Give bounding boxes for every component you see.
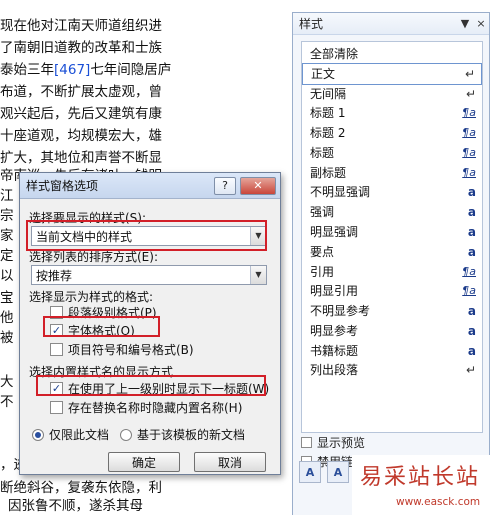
highlight-box — [36, 375, 266, 396]
styles-pane: 样式 ▼ × 全部清除 正文 ↵ 无间隔 ↵ 标题 1 ¶a 标题 2 ¶a 标题 ¶a … — [292, 12, 490, 515]
styles-pane-header: 样式 ▼ × — [293, 13, 489, 35]
character-style-icon: a — [467, 323, 476, 338]
new-style-icon: A — [305, 465, 315, 479]
style-item-strong[interactable]: 要点 a — [302, 242, 482, 262]
watermark: 易采站长站 www.easck.com — [352, 455, 494, 515]
style-item-normal[interactable]: 正文 ↵ — [302, 63, 482, 85]
character-style-icon: a — [467, 204, 476, 219]
linked-style-icon: ¶a — [462, 265, 476, 279]
show-preview-checkbox[interactable]: 显示预览 — [301, 434, 365, 451]
document-fragment: 家 — [0, 228, 14, 244]
linked-style-icon: ¶a — [462, 284, 476, 298]
document-fragment: 江 — [0, 188, 14, 204]
document-fragment: 不 — [0, 394, 14, 410]
style-item-emphasis[interactable]: 强调 a — [302, 202, 482, 222]
paragraph-mark-icon: ↵ — [465, 86, 476, 101]
chevron-down-icon[interactable]: ▼ — [250, 266, 266, 284]
new-style-button[interactable]: A — [299, 461, 321, 483]
document-fragment: 宗 — [0, 208, 14, 224]
style-item-subtle-reference[interactable]: 不明显参考 a — [302, 301, 482, 321]
highlight-box — [26, 220, 267, 251]
document-fragment: 被 — [0, 330, 14, 346]
ok-button[interactable]: 确定 — [108, 452, 180, 472]
style-item-no-spacing[interactable]: 无间隔 ↵ — [302, 84, 482, 104]
linked-style-icon: ¶a — [462, 146, 476, 160]
linked-style-icon: ¶a — [462, 166, 476, 180]
document-line: 泰始三年[467]七年间隐居庐 — [0, 62, 172, 78]
paragraph-mark-icon: ↵ — [464, 66, 475, 81]
document-fragment: 定 — [0, 248, 14, 264]
document-line: 观兴起后，先后又建筑有康 — [0, 106, 162, 122]
style-item-intense-emphasis[interactable]: 明显强调 a — [302, 222, 482, 242]
radio-template-documents[interactable]: 基于该模板的新文档 — [120, 426, 245, 443]
style-item-subtitle[interactable]: 副标题 ¶a — [302, 163, 482, 183]
character-style-icon: a — [467, 303, 476, 318]
pane-footer-buttons: A A — [299, 461, 349, 483]
document-fragment: 宝 — [0, 290, 14, 306]
style-inspector-icon: A — [333, 465, 343, 479]
style-pane-options-dialog: 样式窗格选项 ? ✕ 选择要显示的样式(S): 当前文档中的样式 ▼ 选择列表的… — [19, 172, 281, 475]
style-item-quote[interactable]: 引用 ¶a — [302, 262, 482, 282]
document-fragment: 大 — [0, 374, 14, 390]
character-style-icon: a — [467, 343, 476, 358]
dialog-title: 样式窗格选项 — [26, 179, 99, 193]
style-item-subtle-emphasis[interactable]: 不明显强调 a — [302, 182, 482, 202]
pane-close-icon[interactable]: × — [473, 17, 489, 30]
document-line: 因张鲁不顺，遂杀其母 — [8, 498, 143, 514]
cancel-button[interactable]: 取消 — [194, 452, 266, 472]
footnote-ref: [467] — [54, 62, 91, 78]
pane-menu-dropdown-icon[interactable]: ▼ — [457, 17, 473, 30]
document-line: 十座道观，均规模宏大，雄 — [0, 128, 162, 144]
style-item-book-title[interactable]: 书籍标题 a — [302, 341, 482, 361]
character-style-icon: a — [467, 244, 476, 259]
character-style-icon: a — [467, 184, 476, 199]
style-item-heading-2[interactable]: 标题 2 ¶a — [302, 123, 482, 143]
document-line: 布道，不断扩展太虚观，曾 — [0, 84, 162, 100]
radio-this-document[interactable]: 仅限此文档 — [32, 426, 109, 443]
styles-pane-title: 样式 — [299, 17, 324, 31]
document-line: 扩大，其地位和声誉不断显 — [0, 150, 162, 166]
linked-style-icon: ¶a — [462, 106, 476, 120]
styles-list[interactable]: 全部清除 正文 ↵ 无间隔 ↵ 标题 1 ¶a 标题 2 ¶a 标题 ¶a 副标题 ¶a 不… — [301, 41, 483, 433]
style-item-intense-reference[interactable]: 明显参考 a — [302, 321, 482, 341]
style-item-intense-quote[interactable]: 明显引用 ¶a — [302, 281, 482, 301]
style-item-heading-1[interactable]: 标题 1 ¶a — [302, 103, 482, 123]
style-item-title[interactable]: 标题 ¶a — [302, 143, 482, 163]
sort-order-dropdown[interactable]: 按推荐 ▼ — [31, 265, 267, 285]
watermark-url: www.easck.com — [396, 496, 481, 508]
highlight-box — [43, 316, 160, 337]
bullet-numbering-checkbox[interactable]: 项目符号和编号格式(B) — [50, 341, 194, 358]
document-fragment: 他 — [0, 310, 14, 326]
style-item-list-paragraph[interactable]: 列出段落 ↵ — [302, 360, 482, 380]
hide-builtin-name-checkbox[interactable]: 存在替换名称时隐藏内置名称(H) — [50, 399, 242, 416]
format-group-label: 选择显示为样式的格式: — [29, 290, 154, 304]
document-line: 断绝斜谷，复袭东依隐，利 — [0, 480, 162, 496]
dialog-title-bar[interactable]: 样式窗格选项 ? ✕ — [20, 173, 280, 199]
watermark-title: 易采站长站 — [360, 465, 481, 490]
document-line: 了南朝旧道教的改革和士族 — [0, 40, 162, 56]
paragraph-mark-icon: ↵ — [465, 362, 476, 377]
linked-style-icon: ¶a — [462, 126, 476, 140]
document-line: 现在他对江南天师道组织进 — [0, 18, 162, 34]
help-button[interactable]: ? — [214, 176, 236, 195]
character-style-icon: a — [467, 224, 476, 239]
document-fragment: 以 — [0, 268, 14, 284]
style-item-clear-all[interactable]: 全部清除 — [302, 44, 482, 64]
style-inspector-button[interactable]: A — [327, 461, 349, 483]
dialog-close-button[interactable]: ✕ — [240, 176, 276, 195]
